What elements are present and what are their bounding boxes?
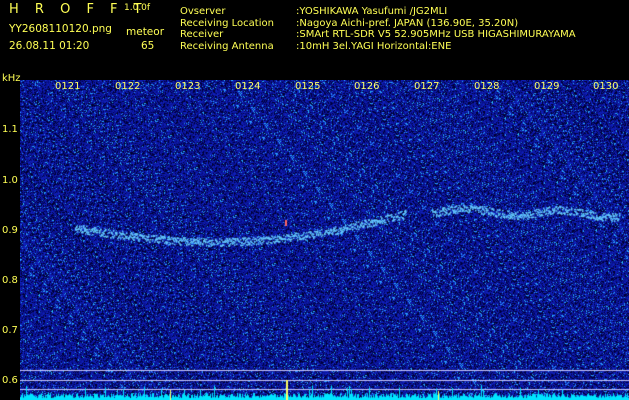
x-tick-0123: 0123 bbox=[175, 81, 201, 92]
observer-value: :YOSHIKAWA Yasufumi /JG2MLI bbox=[296, 6, 448, 17]
receiver-value: :SMArt RTL-SDR V5 52.905MHz USB HIGASHIM… bbox=[296, 29, 576, 40]
y-tick-1-1: 1.1 bbox=[2, 124, 18, 135]
receiver-key: Receiver bbox=[180, 29, 224, 40]
x-tick-0122: 0122 bbox=[115, 81, 141, 92]
y-tick-0-8: 0.8 bbox=[2, 275, 18, 286]
y-tick-1-0: 1.0 bbox=[2, 175, 18, 186]
observer-key: Ovserver bbox=[180, 6, 226, 17]
spectrogram-canvas bbox=[20, 80, 629, 400]
y-tick-0-9: 0.9 bbox=[2, 225, 18, 236]
antenna-value: :10mH 3el.YAGI Horizontal:ENE bbox=[296, 40, 452, 52]
station-info: Ovserver :YOSHIKAWA Yasufumi /JG2MLI Rec… bbox=[180, 6, 576, 52]
x-tick-0126: 0126 bbox=[354, 81, 380, 92]
image-filename: YY2608110120.png bbox=[9, 23, 112, 35]
x-tick-0127: 0127 bbox=[414, 81, 440, 92]
location-value: :Nagoya Aichi-pref. JAPAN (136.90E, 35.2… bbox=[296, 17, 519, 29]
x-tick-0129: 0129 bbox=[534, 81, 560, 92]
location-key: Receiving Location bbox=[180, 17, 274, 29]
x-tick-0128: 0128 bbox=[474, 81, 500, 92]
y-tick-0-6: 0.6 bbox=[2, 375, 18, 386]
x-tick-0125: 0125 bbox=[295, 81, 321, 92]
app-version: 1.0.0f bbox=[124, 3, 151, 13]
antenna-row: Receiving Antenna :10mH 3el.YAGI Horizon… bbox=[180, 41, 576, 53]
y-axis-unit: kHz bbox=[2, 73, 21, 84]
meteor-count: 65 bbox=[141, 40, 155, 52]
location-row: Receiving Location :Nagoya Aichi-pref. J… bbox=[180, 18, 576, 30]
x-tick-0124: 0124 bbox=[235, 81, 261, 92]
receiver-row: Receiver :SMArt RTL-SDR V5 52.905MHz USB… bbox=[180, 29, 576, 41]
y-tick-0-7: 0.7 bbox=[2, 325, 18, 336]
mode-label: meteor bbox=[126, 26, 165, 38]
observer-row: Ovserver :YOSHIKAWA Yasufumi /JG2MLI bbox=[180, 6, 576, 18]
header-panel: H R O F F T 1.0.0f YY2608110120.png mete… bbox=[0, 0, 629, 72]
capture-datetime: 26.08.11 01:20 bbox=[9, 40, 90, 52]
x-tick-0130: 0130 bbox=[593, 81, 619, 92]
antenna-key: Receiving Antenna bbox=[180, 40, 274, 52]
x-tick-0121: 0121 bbox=[55, 81, 81, 92]
